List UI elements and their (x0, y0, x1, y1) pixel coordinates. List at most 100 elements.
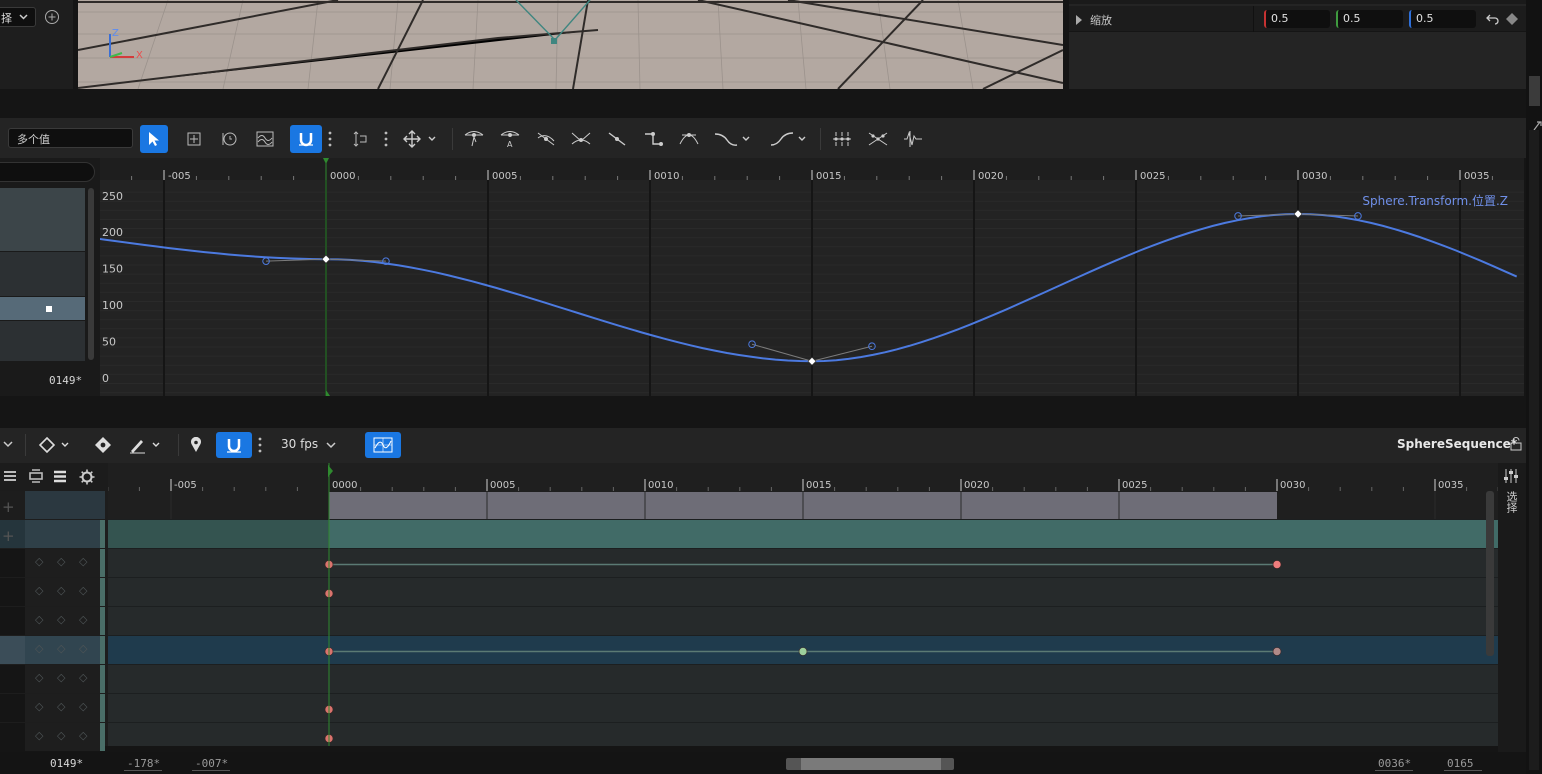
curve-tree-search[interactable] (0, 162, 95, 182)
track-keyframe[interactable] (798, 647, 808, 656)
prev-key-icon[interactable]: ◇ (35, 613, 43, 626)
add-circle-icon[interactable] (44, 9, 60, 25)
auto-clamped-button[interactable]: A (496, 125, 524, 153)
scrollbar-thumb[interactable] (801, 758, 941, 770)
list-view-icon[interactable] (53, 470, 67, 483)
add-key-icon[interactable]: ◇ (57, 584, 65, 597)
add-key-icon[interactable]: ◇ (57, 671, 65, 684)
sequencer-snap-button[interactable] (216, 432, 252, 458)
weighted-tangent-button[interactable] (675, 125, 703, 153)
scale-x-field[interactable]: 0.5 (1264, 10, 1330, 28)
next-key-icon[interactable]: ◇ (79, 613, 87, 626)
horizontal-scrollbar[interactable] (786, 758, 954, 770)
constant-tangent-button[interactable] (639, 125, 667, 153)
scale-z-field[interactable]: 0.5 (1409, 10, 1476, 28)
track-row[interactable] (108, 665, 1498, 694)
collapse-all-icon[interactable] (3, 470, 17, 483)
curve-tree-scrollbar[interactable] (88, 188, 94, 360)
outliner-track-row[interactable]: ◇ ◇ ◇ (0, 636, 105, 664)
filter-sliders-icon[interactable] (1502, 468, 1520, 484)
prev-key-icon[interactable]: ◇ (35, 642, 43, 655)
curve-visibility-dot[interactable] (46, 306, 52, 312)
key-diamond-dropdown[interactable] (36, 432, 74, 458)
auto-tangent-button[interactable] (460, 125, 488, 153)
sequencer-ruler[interactable]: -005 0000 0005 0010 0015 0020 0025 0030 0035 (108, 463, 1498, 491)
key-tag-button[interactable] (90, 432, 116, 458)
curve-tree-row-2[interactable] (0, 252, 85, 296)
next-key-icon[interactable]: ◇ (79, 555, 87, 568)
prev-key-icon[interactable]: ◇ (35, 729, 43, 742)
outliner-track-row[interactable]: ◇ ◇ ◇ (0, 578, 105, 606)
add-track-icon[interactable]: + (2, 498, 15, 516)
track-keyframe[interactable] (1272, 560, 1282, 569)
multi-select-tool-button[interactable] (251, 125, 279, 153)
select-tool-button[interactable] (140, 125, 168, 153)
track-keyframe[interactable] (1272, 647, 1282, 656)
curve-tree-row-selected[interactable] (0, 297, 85, 320)
outliner-track-row[interactable]: ◇ ◇ ◇ (0, 607, 105, 635)
track-row[interactable] (108, 578, 1498, 607)
track-scrollbar[interactable] (1486, 491, 1494, 656)
curve-keyframe[interactable] (1293, 209, 1303, 219)
level-viewport[interactable]: Z X (78, 0, 1063, 89)
seq-playhead-marker[interactable] (328, 465, 333, 477)
right-scrollbar-top[interactable] (1529, 76, 1540, 106)
normalize-tool-button[interactable] (346, 125, 374, 153)
outliner-track-row[interactable]: ◇ ◇ ◇ (0, 694, 105, 722)
outliner-track-row[interactable]: ◇ ◇ ◇ (0, 723, 105, 751)
outliner-row-section[interactable]: + (0, 491, 105, 519)
next-key-icon[interactable]: ◇ (79, 671, 87, 684)
outliner-track-row[interactable]: ◇ ◇ ◇ (0, 665, 105, 693)
view-mode-dropdown[interactable]: 择 (0, 7, 36, 27)
view-range-start[interactable]: -007* (192, 755, 230, 771)
prev-key-icon[interactable]: ◇ (35, 584, 43, 597)
playback-range-end[interactable]: 0165 (1444, 755, 1482, 771)
add-key-icon[interactable]: ◇ (57, 613, 65, 626)
track-area[interactable] (108, 491, 1498, 746)
flatten-tangents-button[interactable] (828, 125, 856, 153)
move-tool-dropdown[interactable] (400, 125, 440, 153)
curve-keyframe[interactable] (807, 356, 817, 366)
add-track-icon[interactable]: + (2, 527, 15, 545)
track-row[interactable] (108, 607, 1498, 636)
chevron-down-icon[interactable] (2, 439, 14, 449)
prev-key-icon[interactable]: ◇ (35, 700, 43, 713)
next-key-icon[interactable]: ◇ (79, 729, 87, 742)
view-range-end[interactable]: 0036* (1375, 755, 1413, 771)
marker-button[interactable] (186, 432, 206, 458)
track-row[interactable] (108, 723, 1498, 746)
snap-options-icon[interactable] (327, 130, 333, 148)
scale-y-field[interactable]: 0.5 (1336, 10, 1403, 28)
paint-dropdown[interactable] (126, 432, 166, 458)
straighten-tangents-button[interactable] (864, 125, 892, 153)
add-key-icon[interactable]: ◇ (57, 642, 65, 655)
expand-tracks-icon[interactable] (28, 469, 44, 483)
add-key-icon[interactable]: ◇ (57, 729, 65, 742)
snap-toggle-button[interactable] (290, 125, 322, 153)
curve-graph[interactable]: -005 0000 0005 0010 0015 0020 0025 0030 0035 0 50 1… (100, 158, 1524, 396)
more-options-icon[interactable] (383, 130, 389, 148)
transform-tool-button[interactable] (180, 125, 208, 153)
filter-curves-button[interactable] (899, 125, 927, 153)
curve-tree-row-1[interactable] (0, 188, 85, 251)
next-key-icon[interactable]: ◇ (79, 584, 87, 597)
expand-arrow-icon[interactable] (1075, 15, 1083, 25)
playback-range-start[interactable]: -178* (124, 755, 162, 771)
curve-tree-row-4[interactable] (0, 321, 85, 361)
next-key-icon[interactable]: ◇ (79, 642, 87, 655)
user-tangent-button[interactable] (532, 125, 560, 153)
snap-options-icon[interactable] (257, 436, 263, 454)
curve-editor-toggle-button[interactable] (365, 432, 401, 458)
fps-dropdown[interactable]: 30 fps (278, 434, 340, 456)
prev-key-icon[interactable]: ◇ (35, 671, 43, 684)
keyframe-diamond-icon[interactable] (1506, 13, 1518, 25)
track-row[interactable] (108, 694, 1498, 723)
curve-filter-dropdown[interactable] (768, 125, 810, 153)
curve-shape-dropdown[interactable] (712, 125, 754, 153)
add-key-icon[interactable]: ◇ (57, 700, 65, 713)
prev-key-icon[interactable]: ◇ (35, 555, 43, 568)
gear-icon[interactable] (79, 469, 95, 485)
value-field[interactable]: 多个值 (8, 128, 133, 148)
track-row[interactable] (108, 549, 1498, 578)
outliner-row-actor[interactable]: + (0, 520, 105, 548)
